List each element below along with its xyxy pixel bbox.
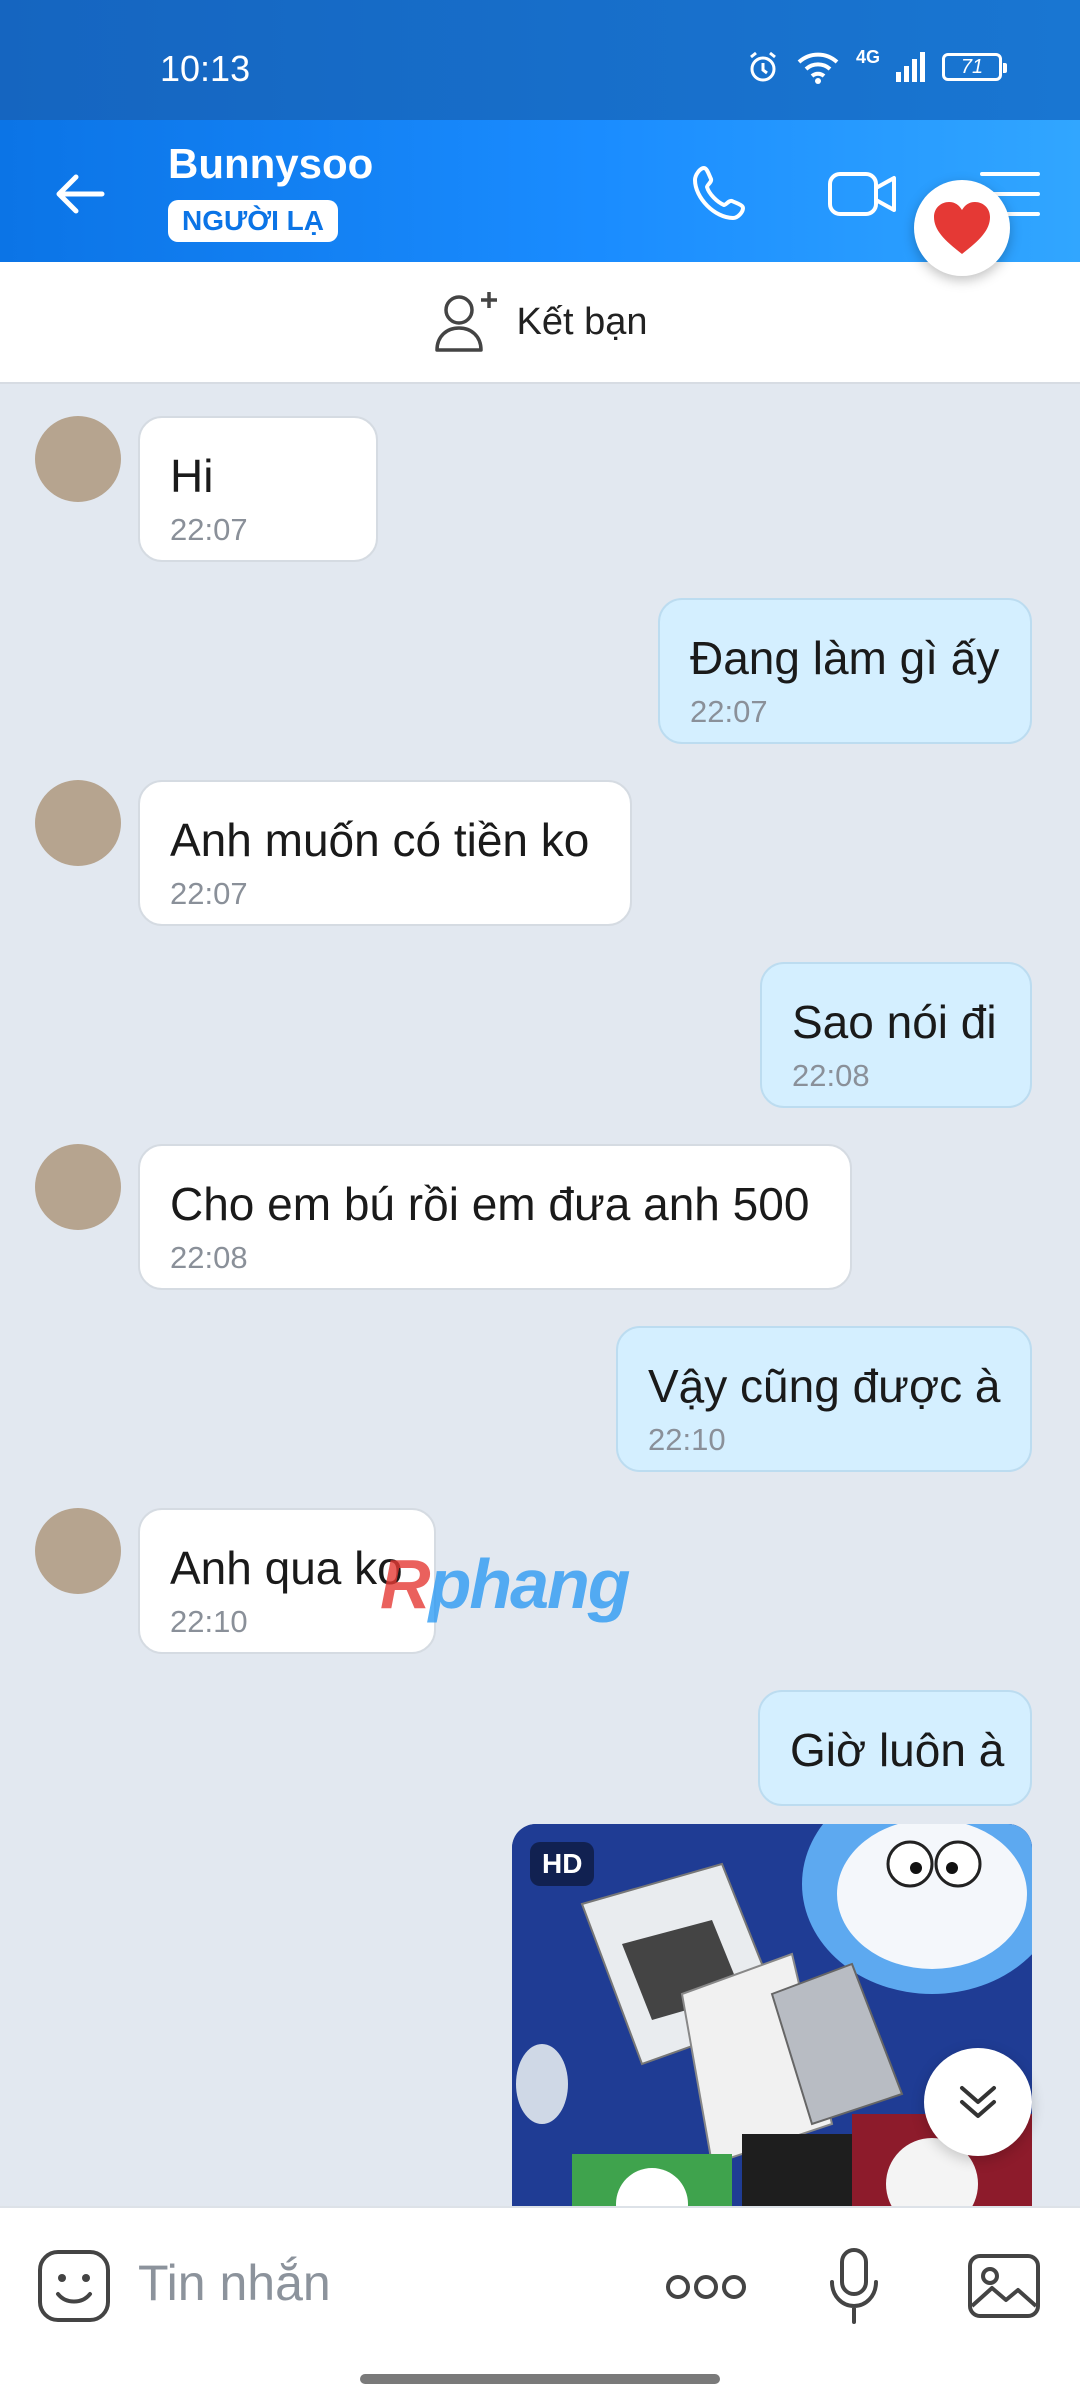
home-indicator[interactable] xyxy=(360,2374,720,2384)
hd-badge: HD xyxy=(530,1842,595,1886)
double-chevron-down-icon xyxy=(960,2086,996,2118)
watermark-text: phang xyxy=(428,1545,631,1623)
battery-indicator: 71 xyxy=(942,53,1007,81)
message-time: 22:10 xyxy=(648,1422,726,1457)
floating-heart-button[interactable] xyxy=(914,180,1010,276)
more-options-icon[interactable] xyxy=(664,2262,748,2312)
contact-avatar[interactable] xyxy=(35,780,121,866)
message-time: 22:08 xyxy=(792,1058,870,1093)
message-time: 22:08 xyxy=(170,1240,248,1275)
add-friend-bar[interactable]: Kết bạn xyxy=(0,262,1080,384)
contact-name[interactable]: Bunnysoo xyxy=(168,140,373,188)
message-bubble-incoming[interactable]: Anh qua ko 22:10 xyxy=(138,1508,436,1654)
chat-area: Hi 22:07 Đang làm gì ấy 22:07 Anh muốn c… xyxy=(0,384,1080,2206)
message-bubble-incoming[interactable]: Anh muốn có tiền ko 22:07 xyxy=(138,780,632,926)
message-text: Anh qua ko xyxy=(170,1542,403,1594)
message-text: Giờ luôn à xyxy=(790,1724,1005,1776)
gallery-image-icon[interactable] xyxy=(966,2248,1042,2324)
wifi-icon xyxy=(797,52,839,84)
heart-icon xyxy=(934,202,990,254)
scroll-to-bottom-button[interactable] xyxy=(924,2048,1032,2156)
alarm-icon xyxy=(750,51,776,82)
message-bubble-outgoing[interactable]: Vậy cũng được à 22:10 xyxy=(616,1326,1032,1472)
message-time: 22:10 xyxy=(170,1604,248,1639)
message-input[interactable]: Tin nhắn xyxy=(138,2254,331,2312)
message-time: 22:07 xyxy=(690,694,768,729)
sticker-emoji-icon[interactable] xyxy=(36,2248,112,2324)
message-bubble-incoming[interactable]: Hi 22:07 xyxy=(138,416,378,562)
message-bubble-outgoing[interactable]: Sao nói đi 22:08 xyxy=(760,962,1032,1108)
message-time: 22:07 xyxy=(170,512,248,547)
add-friend-icon xyxy=(434,292,497,352)
video-call-icon[interactable] xyxy=(824,156,900,232)
status-time: 10:13 xyxy=(160,48,251,89)
contact-avatar[interactable] xyxy=(35,1144,121,1230)
add-friend-label: Kết bạn xyxy=(516,300,648,343)
message-text: Đang làm gì ấy xyxy=(690,632,1000,684)
message-bubble-outgoing[interactable]: Đang làm gì ấy 22:07 xyxy=(658,598,1032,744)
stranger-badge: NGƯỜI LẠ xyxy=(168,200,338,242)
message-text: Hi xyxy=(170,450,214,502)
microphone-icon[interactable] xyxy=(824,2246,884,2326)
message-bubble-incoming[interactable]: Cho em bú rồi em đưa anh 500 22:08 xyxy=(138,1144,852,1290)
contact-avatar[interactable] xyxy=(35,416,121,502)
phone-call-icon[interactable] xyxy=(682,156,758,232)
network-type: 4G xyxy=(855,46,880,67)
message-bubble-outgoing[interactable]: Giờ luôn à xyxy=(758,1690,1032,1806)
message-text: Cho em bú rồi em đưa anh 500 xyxy=(170,1178,810,1230)
message-text: Sao nói đi xyxy=(792,996,997,1048)
status-bar: 10:13 4G 71 xyxy=(0,0,1080,120)
contact-avatar[interactable] xyxy=(35,1508,121,1594)
message-composer: Tin nhắn xyxy=(0,2206,1080,2400)
battery-level: 71 xyxy=(960,55,984,78)
back-arrow-icon[interactable] xyxy=(50,164,110,224)
status-icons: 4G 71 xyxy=(746,46,1007,84)
message-time: 22:07 xyxy=(170,876,248,911)
message-text: Anh muốn có tiền ko xyxy=(170,814,590,866)
signal-icon xyxy=(896,52,925,82)
message-text: Vậy cũng được à xyxy=(648,1360,1001,1412)
